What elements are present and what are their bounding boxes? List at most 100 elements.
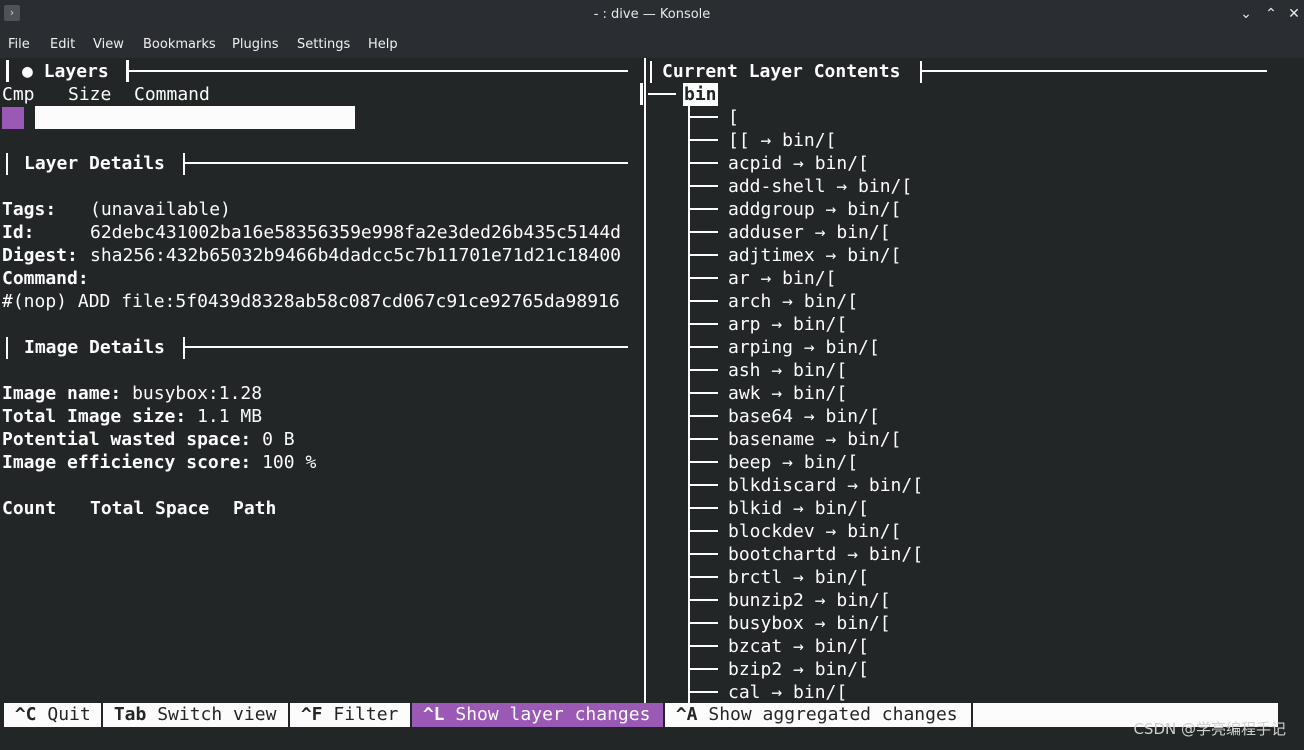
image-name-value: busybox:1.28 — [132, 383, 263, 404]
tree-entry[interactable]: basename → bin/[ — [728, 428, 901, 451]
tree-entry[interactable]: [ — [728, 106, 739, 129]
active-pane-bullet-icon: ● — [22, 61, 33, 82]
tree-entry[interactable]: busybox → bin/[ — [728, 612, 891, 635]
digest-label: Digest: — [2, 245, 78, 266]
tree-entry[interactable]: base64 → bin/[ — [728, 405, 880, 428]
column-size: Size — [68, 84, 112, 105]
tree-entry[interactable]: add-shell → bin/[ — [728, 175, 912, 198]
layer-row-selected[interactable]: 1.1 MB FROM 62debc431002ba1 — [35, 106, 355, 174]
tree-connector — [690, 116, 718, 118]
header-total-space: Total Space — [90, 498, 210, 519]
tree-root-bin[interactable]: bin — [683, 83, 718, 106]
menu-view[interactable]: View — [93, 37, 124, 52]
tree-root-connector — [648, 93, 676, 95]
image-details-rule — [185, 346, 628, 348]
tree-connector — [690, 346, 718, 348]
status-quit[interactable]: ^C Quit — [4, 703, 100, 727]
layers-heading: ● Layers — [22, 61, 109, 82]
tree-entry[interactable]: acpid → bin/[ — [728, 152, 869, 175]
tree-connector — [690, 277, 718, 279]
tree-connector — [690, 162, 718, 164]
minimize-icon[interactable]: ⌄ — [1236, 4, 1256, 24]
tree-connector — [690, 392, 718, 394]
tree-entry[interactable]: arch → bin/[ — [728, 290, 858, 313]
tree-entry[interactable]: bzip2 → bin/[ — [728, 658, 869, 681]
tree-entry[interactable]: ar → bin/[ — [728, 267, 836, 290]
efficiency-value: 100 % — [262, 452, 317, 473]
tree-connector — [690, 645, 718, 647]
efficiency-line: Image efficiency score: 100 % — [2, 452, 317, 473]
tree-entry[interactable]: arping → bin/[ — [728, 336, 880, 359]
keybinding-status-bar: ^C Quit Tab Switch view ^F Filter ^L Sho… — [4, 703, 1278, 727]
tree-entry[interactable]: adjtimex → bin/[ — [728, 244, 901, 267]
layer-cmp-swatch — [2, 107, 24, 129]
menu-edit[interactable]: Edit — [50, 37, 75, 52]
tree-entry[interactable]: beep → bin/[ — [728, 451, 858, 474]
layer-details-bar — [6, 153, 8, 175]
menu-bar: File Edit View Bookmarks Plugins Setting… — [0, 30, 1304, 58]
contents-heading: Current Layer Contents — [662, 61, 901, 82]
header-path: Path — [233, 498, 277, 519]
status-show-layer-changes[interactable]: ^L Show layer changes — [412, 703, 663, 727]
tree-entry[interactable]: [[ → bin/[ — [728, 129, 836, 152]
id-label: Id: — [2, 222, 35, 243]
tree-entry[interactable]: bzcat → bin/[ — [728, 635, 869, 658]
id-value: 62debc431002ba16e58356359e998fa2e3ded26b… — [90, 222, 622, 243]
close-icon[interactable]: ✕ — [1284, 4, 1304, 24]
tree-entry[interactable]: ash → bin/[ — [728, 359, 847, 382]
tree-entry[interactable]: bunzip2 → bin/[ — [728, 589, 891, 612]
tree-connector — [690, 208, 718, 210]
tree-entry[interactable]: awk → bin/[ — [728, 382, 847, 405]
tree-entry[interactable]: blkid → bin/[ — [728, 497, 869, 520]
tree-connector — [690, 691, 718, 693]
tree-entry[interactable]: cal → bin/[ — [728, 681, 847, 704]
tree-connector — [690, 599, 718, 601]
tree-connector — [690, 484, 718, 486]
image-details-bar-end — [183, 337, 185, 359]
window-title: - : dive — Konsole — [593, 7, 711, 22]
command-value: #(nop) ADD file:5f0439d8328ab58c087cd067… — [2, 291, 620, 312]
menu-bookmarks[interactable]: Bookmarks — [143, 37, 216, 52]
layers-header-bar — [6, 60, 9, 82]
menu-settings[interactable]: Settings — [297, 37, 350, 52]
tree-entry[interactable]: blockdev → bin/[ — [728, 520, 901, 543]
tree-connector — [690, 254, 718, 256]
tree-entry[interactable]: blkdiscard → bin/[ — [728, 474, 923, 497]
maximize-icon[interactable]: ⌃ — [1261, 4, 1281, 24]
wasted-space-value: 0 B — [262, 429, 295, 450]
tree-cursor — [640, 83, 643, 105]
header-count: Count — [2, 498, 57, 519]
tree-entry[interactable]: adduser → bin/[ — [728, 221, 891, 244]
menu-plugins[interactable]: Plugins — [232, 37, 279, 52]
tree-connector — [690, 300, 718, 302]
contents-header-bar — [650, 61, 652, 83]
tree-connector — [690, 507, 718, 509]
menu-file[interactable]: File — [8, 37, 30, 52]
menu-help[interactable]: Help — [368, 37, 398, 52]
tree-connector — [690, 622, 718, 624]
command-label: Command: — [2, 268, 89, 289]
layer-size: 1.1 MB — [46, 130, 112, 151]
image-name-line: Image name: busybox:1.28 — [2, 383, 263, 404]
status-show-aggregated-changes[interactable]: ^A Show aggregated changes — [665, 703, 971, 727]
contents-header-bar-end — [920, 61, 922, 83]
status-switch-view[interactable]: Tab Switch view — [103, 703, 288, 727]
column-command: Command — [134, 84, 210, 105]
tree-connector — [690, 139, 718, 141]
tree-connector — [690, 185, 718, 187]
tree-connector — [690, 323, 718, 325]
tree-entry[interactable]: addgroup → bin/[ — [728, 198, 901, 221]
pane-divider — [644, 58, 646, 704]
tree-connector — [690, 576, 718, 578]
status-filter[interactable]: ^F Filter — [290, 703, 410, 727]
title-bar: › - : dive — Konsole ⌄ ⌃ ✕ — [0, 0, 1304, 30]
tree-entry[interactable]: bootchartd → bin/[ — [728, 543, 923, 566]
layer-details-bar-end — [183, 153, 185, 175]
image-size-value: 1.1 MB — [197, 406, 263, 427]
tree-connector — [690, 231, 718, 233]
layer-details-heading: Layer Details — [24, 153, 165, 174]
tree-entry[interactable]: arp → bin/[ — [728, 313, 847, 336]
terminal[interactable]: ● Layers Cmp Size Command 1.1 MB FROM 62… — [0, 58, 1304, 750]
tags-label: Tags: — [2, 199, 57, 220]
tree-entry[interactable]: brctl → bin/[ — [728, 566, 869, 589]
